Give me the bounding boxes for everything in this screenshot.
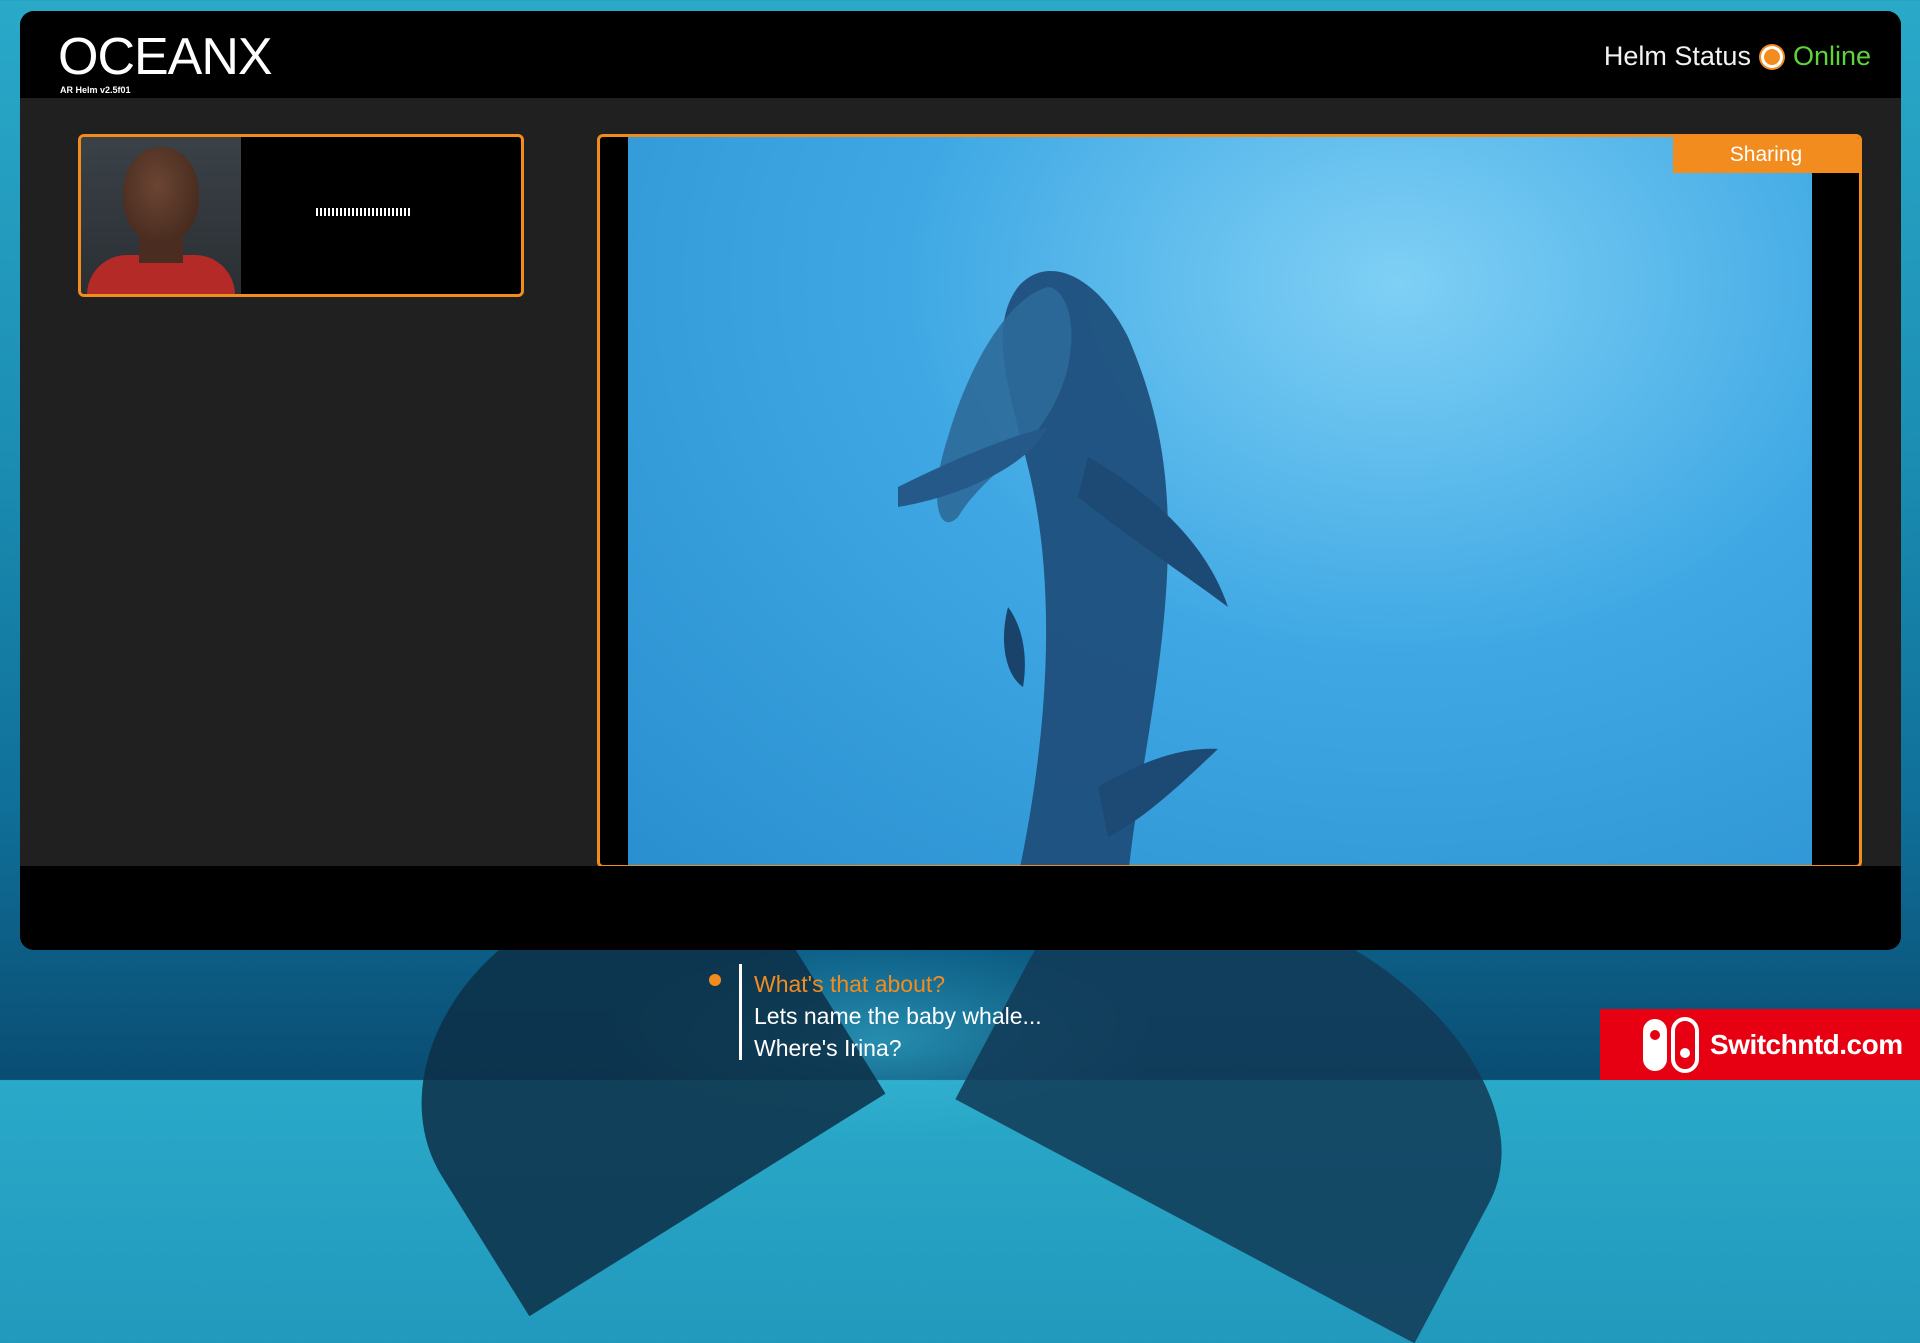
dialogue-option[interactable]: What's that about? [754,968,1154,1000]
helm-header: OCEANX AR Helm v2.5f01 Helm Status Onlin… [20,11,1901,98]
status-value: Online [1792,41,1871,71]
person-avatar-icon [81,137,241,294]
dialogue-option[interactable]: Where's Irina? [754,1032,1154,1064]
status-label: Helm Status [1603,41,1751,71]
dialogue-options-list: What's that about? Lets name the baby wh… [754,968,1154,1064]
dialogue-selection-marker-icon [709,974,721,986]
audio-waveform-icon [316,207,416,217]
site-watermark: Switchntd.com [1600,1009,1920,1080]
oceanx-logo: OCEANX AR Helm v2.5f01 [58,28,273,95]
ar-helm-window: OCEANX AR Helm v2.5f01 Helm Status Onlin… [20,11,1901,950]
watermark-text: Switchntd.com [1710,1028,1903,1060]
contact-call-card[interactable] [78,134,524,297]
avatar-head [123,147,199,243]
app-version: AR Helm v2.5f01 [60,85,131,95]
status-indicator-icon [1760,45,1783,68]
shared-video-feed [628,137,1812,865]
helm-status: Helm Status Online [1604,41,1871,72]
shared-video-frame: Sharing [597,134,1862,868]
dialogue-divider [739,964,742,1060]
sharing-badge: Sharing [1673,137,1859,173]
helm-bottom-bar [20,866,1901,950]
nintendo-switch-logo-icon [1643,1016,1699,1073]
helm-workspace: Sharing [20,98,1901,868]
dialogue-option[interactable]: Lets name the baby whale... [754,1000,1154,1032]
logo-text: OCEANX [58,28,273,86]
whale-mother-and-calf-image [898,271,1228,865]
